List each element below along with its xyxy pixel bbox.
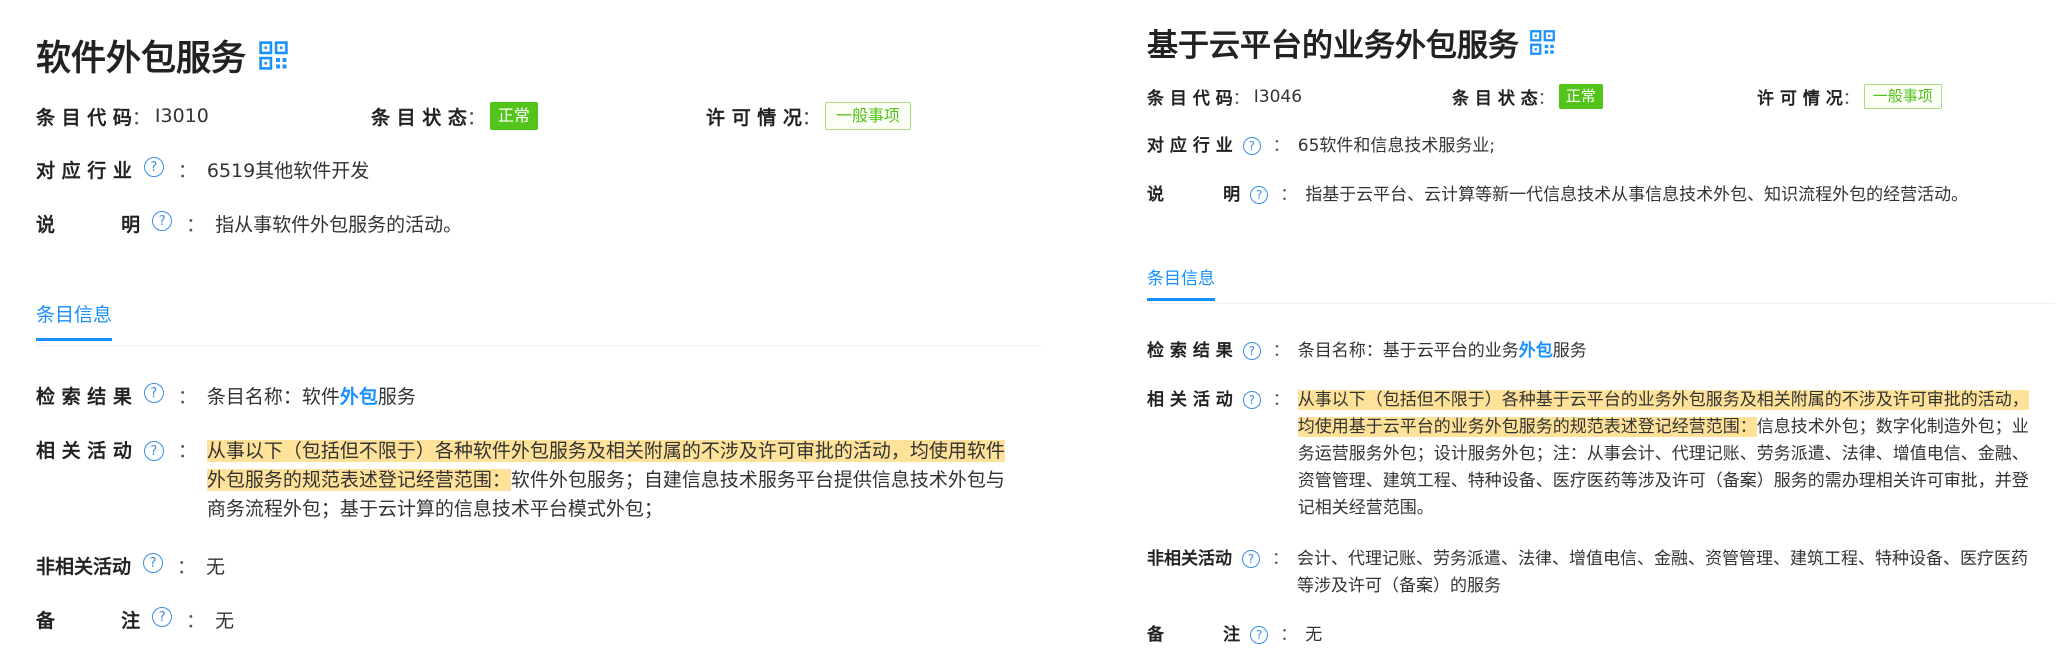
non-related-activities-row: 非相关活动 ? ： 会计、代理记账、劳务派遣、法律、增值电信、金融、资管管理、建… xyxy=(1147,546,2055,600)
license-item: 许 可 情 况 ： 一般事项 xyxy=(706,102,911,130)
help-icon[interactable]: ? xyxy=(152,607,173,627)
description-row: 说 明 ? ： 指从事软件外包服务的活动。 xyxy=(36,211,462,240)
code-label: 条 目 代 码 xyxy=(36,106,132,129)
code-label: 条 目 代 码 xyxy=(1147,89,1233,109)
description-label: 说 明 xyxy=(36,214,141,236)
status-label: 条 目 状 态 xyxy=(1452,89,1538,109)
non-related-activities-row: 非相关活动 ? ： 无 xyxy=(36,553,225,582)
help-icon[interactable]: ? xyxy=(1242,137,1261,155)
tab-bar: 条目信息 xyxy=(36,300,1041,346)
description-label: 说 明 xyxy=(1147,185,1241,205)
title-row: 基于云平台的业务外包服务 xyxy=(1147,20,1556,64)
code-item: 条 目 代 码 ： I3046 xyxy=(1147,84,1452,110)
qr-code-icon[interactable] xyxy=(1529,29,1556,56)
code-value: I3010 xyxy=(154,105,209,127)
search-keyword: 外包 xyxy=(339,386,378,408)
qr-code-icon[interactable] xyxy=(258,40,289,71)
status-item: 条 目 状 态 ： 正常 xyxy=(371,102,706,130)
help-icon[interactable]: ? xyxy=(1250,186,1269,204)
search-keyword: 外包 xyxy=(1518,341,1553,361)
meta-row: 条 目 代 码 ： I3010 条 目 状 态 ： 正常 许 可 情 况 ： 一… xyxy=(36,102,1036,130)
search-result-row: 检 索 结 果 ? ： 条目名称：软件外包服务 xyxy=(36,383,416,412)
title-row: 软件外包服务 xyxy=(36,30,289,80)
help-icon[interactable]: ? xyxy=(143,441,164,461)
industry-label: 对 应 行 业 xyxy=(1147,136,1233,156)
search-result-value: 条目名称：软件外包服务 xyxy=(206,386,416,408)
related-activities-label: 相 关 活 动 xyxy=(36,440,132,462)
status-badge: 正常 xyxy=(1558,84,1603,109)
code-value: I3046 xyxy=(1253,86,1303,107)
industry-value: 65软件和信息技术服务业; xyxy=(1297,136,1496,156)
help-icon[interactable]: ? xyxy=(1242,391,1261,409)
status-item: 条 目 状 态 ： 正常 xyxy=(1452,84,1757,109)
page-title: 基于云平台的业务外包服务 xyxy=(1147,27,1519,64)
license-badge: 一般事项 xyxy=(824,102,911,130)
search-result-label: 检 索 结 果 xyxy=(1147,341,1233,361)
search-result-label: 检 索 结 果 xyxy=(36,386,132,408)
industry-value: 6519其他软件开发 xyxy=(206,160,370,182)
non-related-value: 会计、代理记账、劳务派遣、法律、增值电信、金融、资管管理、建筑工程、特种设备、医… xyxy=(1297,549,2028,596)
license-badge: 一般事项 xyxy=(1863,84,1942,109)
tab-bar: 条目信息 xyxy=(1147,264,2055,304)
status-label: 条 目 状 态 xyxy=(371,106,467,129)
page-title: 软件外包服务 xyxy=(36,38,247,79)
non-related-label: 非相关活动 xyxy=(36,556,132,578)
license-label: 许 可 情 况 xyxy=(1757,89,1843,109)
code-item: 条 目 代 码 ： I3010 xyxy=(36,103,371,130)
related-activities-label: 相 关 活 动 xyxy=(1147,390,1233,410)
license-label: 许 可 情 况 xyxy=(706,106,802,129)
license-item: 许 可 情 况 ： 一般事项 xyxy=(1757,84,1942,109)
industry-label: 对 应 行 业 xyxy=(36,160,132,182)
industry-row: 对 应 行 业 ? ： 6519其他软件开发 xyxy=(36,157,369,186)
help-icon[interactable]: ? xyxy=(1242,342,1261,360)
tab-item-info[interactable]: 条目信息 xyxy=(36,300,113,341)
non-related-label: 非相关活动 xyxy=(1147,549,1232,569)
industry-row: 对 应 行 业 ? ： 65软件和信息技术服务业; xyxy=(1147,133,1495,160)
description-value: 指从事软件外包服务的活动。 xyxy=(215,214,463,236)
remark-row: 备 注 ? ： 无 xyxy=(36,607,234,636)
help-icon[interactable]: ? xyxy=(1250,626,1269,644)
search-result-value: 条目名称：基于云平台的业务外包服务 xyxy=(1297,341,1587,361)
tab-item-info[interactable]: 条目信息 xyxy=(1147,264,1215,301)
non-related-value: 无 xyxy=(206,556,226,578)
remark-label: 备 注 xyxy=(1147,625,1241,645)
related-activities-value: 从事以下（包括但不限于）各种软件外包服务及相关附属的不涉及许可审批的活动，均使用… xyxy=(206,440,1005,520)
help-icon[interactable]: ? xyxy=(143,553,164,573)
remark-row: 备 注 ? ： 无 xyxy=(1147,622,1322,649)
related-activities-value: 从事以下（包括但不限于）各种基于云平台的业务外包服务及相关附属的不涉及许可审批的… xyxy=(1297,390,2029,518)
description-row: 说 明 ? ： 指基于云平台、云计算等新一代信息技术从事信息技术外包、知识流程外… xyxy=(1147,182,1968,209)
search-result-row: 检 索 结 果 ? ： 条目名称：基于云平台的业务外包服务 xyxy=(1147,338,1587,365)
help-icon[interactable]: ? xyxy=(1242,550,1260,568)
related-activities-row: 相 关 活 动 ? ： 从事以下（包括但不限于）各种基于云平台的业务外包服务及相… xyxy=(1147,387,2055,522)
remark-label: 备 注 xyxy=(36,610,141,632)
description-value: 指基于云平台、云计算等新一代信息技术从事信息技术外包、知识流程外包的经营活动。 xyxy=(1305,185,1969,205)
help-icon[interactable]: ? xyxy=(143,383,164,403)
help-icon[interactable]: ? xyxy=(143,157,164,177)
related-activities-row: 相 关 活 动 ? ： 从事以下（包括但不限于）各种软件外包服务及相关附属的不涉… xyxy=(36,437,1041,524)
status-badge: 正常 xyxy=(489,102,538,130)
meta-row: 条 目 代 码 ： I3046 条 目 状 态 ： 正常 许 可 情 况 ： 一… xyxy=(1147,84,2047,109)
remark-value: 无 xyxy=(215,610,235,632)
help-icon[interactable]: ? xyxy=(152,211,173,231)
remark-value: 无 xyxy=(1305,625,1323,645)
